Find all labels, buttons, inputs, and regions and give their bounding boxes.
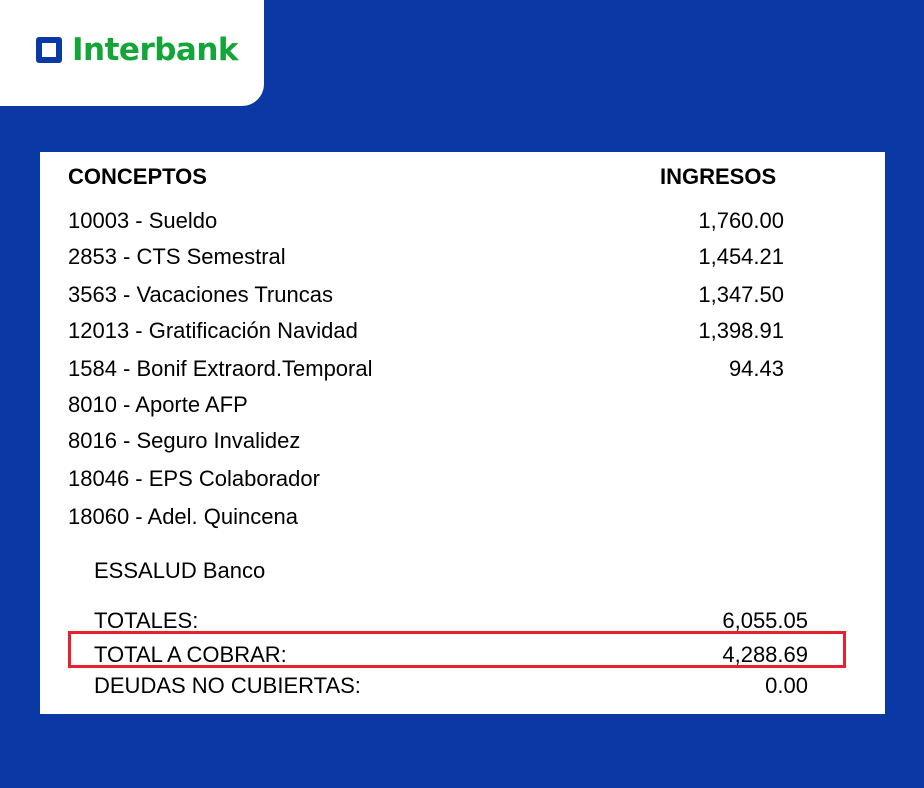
- interbank-logo-icon: [36, 37, 62, 63]
- row-concept: 8016 - Seguro Invalidez: [68, 428, 301, 453]
- brand-name: Interbank: [72, 32, 239, 68]
- row-concept: 18046 - EPS Colaborador: [68, 466, 320, 491]
- row-concept: 1584 - Bonif Extraord.Temporal: [68, 356, 373, 381]
- row-value: 1,454.21: [698, 244, 784, 269]
- table-row: 1584 - Bonif Extraord.Temporal 94.43: [40, 354, 885, 384]
- row-value: 1,398.91: [698, 318, 784, 343]
- table-row: 2853 - CTS Semestral 1,454.21: [40, 242, 885, 272]
- table-row: 8016 - Seguro Invalidez: [40, 426, 885, 456]
- row-concept: 12013 - Gratificación Navidad: [68, 318, 358, 343]
- table-row: 18046 - EPS Colaborador: [40, 464, 885, 494]
- row-concept: 18060 - Adel. Quincena: [68, 504, 298, 529]
- table-row: 12013 - Gratificación Navidad 1,398.91: [40, 316, 885, 346]
- row-value: 94.43: [728, 356, 784, 381]
- logo-panel: Interbank: [0, 0, 264, 106]
- table-row: 8010 - Aporte AFP: [40, 390, 885, 420]
- deudas-label: DEUDAS NO CUBIERTAS:: [94, 673, 361, 698]
- total-cobrar-highlight-box: [68, 631, 846, 668]
- row-concept: 10003 - Sueldo: [68, 208, 218, 233]
- row-value: 1,347.50: [698, 282, 784, 307]
- row-concept: 8010 - Aporte AFP: [68, 392, 248, 417]
- row-concept: 3563 - Vacaciones Truncas: [68, 282, 333, 307]
- header-concepts: CONCEPTOS: [68, 164, 207, 189]
- row-value: 1,760.00: [698, 208, 784, 233]
- row-concept: 2853 - CTS Semestral: [68, 244, 286, 269]
- essalud-label: ESSALUD Banco: [94, 558, 266, 583]
- table-row: 3563 - Vacaciones Truncas 1,347.50: [40, 280, 885, 310]
- deudas-row: DEUDAS NO CUBIERTAS: 0.00: [40, 673, 885, 699]
- deudas-value: 0.00: [765, 673, 808, 698]
- payslip-document: CONCEPTOS INGRESOS 10003 - Sueldo 1,760.…: [40, 152, 885, 714]
- header-ingresos: INGRESOS: [660, 164, 777, 189]
- table-row: 18060 - Adel. Quincena: [40, 502, 885, 532]
- table-row: 10003 - Sueldo 1,760.00: [40, 206, 885, 236]
